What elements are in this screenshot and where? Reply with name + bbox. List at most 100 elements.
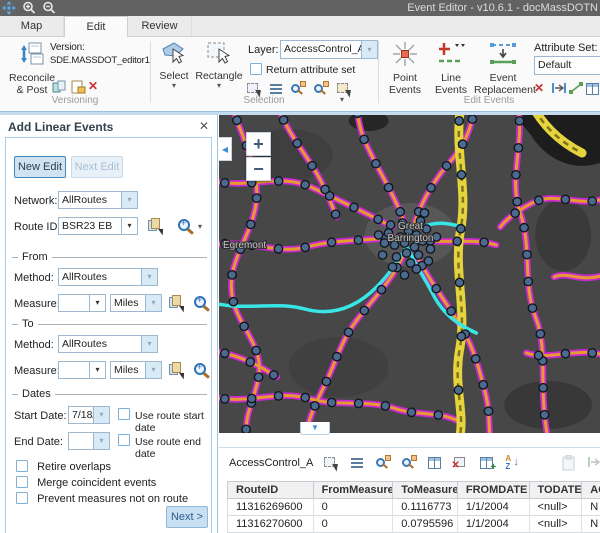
pan-icon[interactable] (2, 1, 18, 15)
to-unit-caret-icon[interactable]: ▾ (146, 361, 162, 379)
from-unit-caret-icon[interactable]: ▾ (146, 294, 162, 312)
zoom-out-icon[interactable] (42, 1, 58, 15)
statistics-icon[interactable] (427, 455, 443, 471)
route-id-caret-icon[interactable]: ▾ (122, 217, 138, 235)
measure-gap-toolbar-icon[interactable] (587, 455, 600, 471)
layer-combo-value[interactable]: AccessControl_A (280, 40, 362, 59)
from-method-value[interactable]: AllRoutes (58, 268, 142, 286)
column-header[interactable]: AC (582, 482, 600, 498)
tab-review[interactable]: Review (128, 16, 192, 36)
return-attribute-checkbox[interactable] (250, 63, 262, 75)
next-button[interactable]: Next > (166, 506, 208, 528)
event-point (455, 278, 463, 286)
new-version-icon[interactable] (70, 79, 86, 95)
from-measure-pick-icon[interactable] (169, 295, 184, 310)
tab-edit[interactable]: Edit (64, 16, 128, 37)
merge-coincident-checkbox[interactable] (16, 476, 28, 488)
to-zoom-icon[interactable] (194, 363, 206, 375)
select-dropdown-icon[interactable]: ▾ (154, 82, 194, 90)
to-unit-value[interactable]: Miles (110, 361, 146, 379)
collapse-down-icon[interactable]: ▼ (300, 422, 330, 435)
use-route-start-checkbox[interactable] (118, 408, 130, 420)
event-point (248, 394, 256, 402)
table-menu-icon[interactable] (349, 455, 365, 471)
from-zoom-icon[interactable] (194, 296, 206, 308)
tab-map[interactable]: Map (0, 16, 64, 36)
event-point (540, 411, 548, 419)
column-header[interactable]: RouteID (228, 482, 314, 498)
start-date-caret-icon[interactable]: ▾ (94, 406, 110, 424)
network-caret-icon[interactable]: ▾ (122, 191, 138, 209)
route-id-value[interactable]: BSR23 EB (58, 217, 122, 235)
from-method-combo[interactable]: AllRoutes ▾ (58, 268, 158, 286)
column-header[interactable]: FromMeasure (314, 482, 394, 498)
from-unit-value[interactable]: Miles (110, 294, 146, 312)
start-date-combo[interactable]: 7/18/ ▾ (68, 406, 110, 424)
add-records-icon[interactable]: + (479, 455, 495, 471)
map-zoom-in-button[interactable]: + (246, 132, 271, 156)
rectangle-dropdown-icon[interactable]: ▾ (194, 82, 244, 90)
route-zoom-icon[interactable] (178, 219, 190, 231)
zoom-in-icon[interactable] (22, 1, 38, 15)
map-zoom-out-button[interactable]: − (246, 157, 271, 181)
rectangle-tool-button[interactable]: Rectangle ▾ (194, 39, 244, 90)
route-zoom-caret-icon[interactable]: ▾ (198, 223, 202, 231)
clipboard-icon[interactable] (561, 455, 577, 471)
from-unit-combo[interactable]: Miles ▾ (110, 294, 162, 312)
attribute-set-combo[interactable]: Default (534, 56, 600, 75)
from-measure-caret-icon[interactable]: ▾ (90, 294, 106, 312)
event-point (360, 135, 368, 143)
new-edit-button[interactable]: New Edit (14, 156, 66, 178)
select-records-icon[interactable] (323, 455, 339, 471)
event-point (422, 225, 430, 233)
map-view[interactable]: Egremont Great Barrington ◀ + − (219, 115, 600, 433)
to-unit-combo[interactable]: Miles ▾ (110, 361, 162, 379)
line-events-button[interactable]: Line Events (430, 39, 472, 96)
to-measure-caret-icon[interactable]: ▾ (90, 361, 106, 379)
delete-version-icon[interactable]: ✕ (88, 79, 104, 95)
start-date-value[interactable]: 7/18/ (68, 406, 94, 424)
pan-to-selection-icon[interactable] (401, 455, 417, 471)
event-point (392, 253, 400, 261)
from-measure-combo[interactable]: ▾ (58, 294, 106, 312)
to-method-combo[interactable]: AllRoutes ▾ (58, 335, 158, 353)
to-method-value[interactable]: AllRoutes (58, 335, 142, 353)
collapse-left-icon[interactable]: ◀ (219, 137, 232, 161)
from-measure-value[interactable] (58, 294, 90, 312)
to-method-caret-icon[interactable]: ▾ (142, 335, 158, 353)
event-point (588, 197, 596, 205)
to-measure-combo[interactable]: ▾ (58, 361, 106, 379)
next-edit-button[interactable]: Next Edit (71, 156, 123, 178)
close-icon[interactable]: ✕ (199, 119, 209, 133)
use-route-end-checkbox[interactable] (118, 434, 130, 446)
zoom-to-selection-icon[interactable] (375, 455, 391, 471)
event-replacement-button[interactable]: Event Replacement (474, 39, 532, 96)
select-tool-button[interactable]: Select ▾ (154, 39, 194, 90)
column-header[interactable]: FROMDATE (458, 482, 530, 498)
end-date-value[interactable] (68, 432, 94, 450)
retire-overlaps-checkbox[interactable] (16, 460, 28, 472)
sort-icon[interactable]: A Z ↓ (505, 455, 521, 471)
clear-selection-icon[interactable]: ✕ (453, 455, 469, 471)
prevent-measures-checkbox[interactable] (16, 492, 28, 504)
version-changes-icon[interactable] (52, 79, 68, 95)
column-header[interactable]: ToMeasure (393, 482, 458, 498)
end-date-combo[interactable]: ▾ (68, 432, 110, 450)
to-measure-pick-icon[interactable] (169, 362, 184, 377)
attribute-set-value[interactable]: Default (534, 56, 600, 75)
layer-combo[interactable]: AccessControl_A ▾ (280, 40, 378, 59)
route-id-combo[interactable]: BSR23 EB ▾ (58, 217, 138, 235)
table-row[interactable]: 1131626960000.11167731/1/2004<null>N (227, 499, 600, 516)
event-point (378, 251, 386, 259)
network-value[interactable]: AllRoutes (58, 191, 122, 209)
to-measure-value[interactable] (58, 361, 90, 379)
column-header[interactable]: TODATE (530, 482, 583, 498)
layer-combo-caret-icon[interactable]: ▾ (362, 40, 378, 59)
point-events-button[interactable]: Point Events (382, 39, 428, 96)
network-combo[interactable]: AllRoutes ▾ (58, 191, 138, 209)
end-date-caret-icon[interactable]: ▾ (94, 432, 110, 450)
attribute-table-panel: AccessControl_A ✕ + A Z ↓ S RouteIDFromM… (219, 433, 600, 533)
table-row[interactable]: 1131627060000.07955961/1/2004<null>N (227, 516, 600, 533)
route-select-on-map-icon[interactable] (148, 218, 163, 233)
from-method-caret-icon[interactable]: ▾ (142, 268, 158, 286)
